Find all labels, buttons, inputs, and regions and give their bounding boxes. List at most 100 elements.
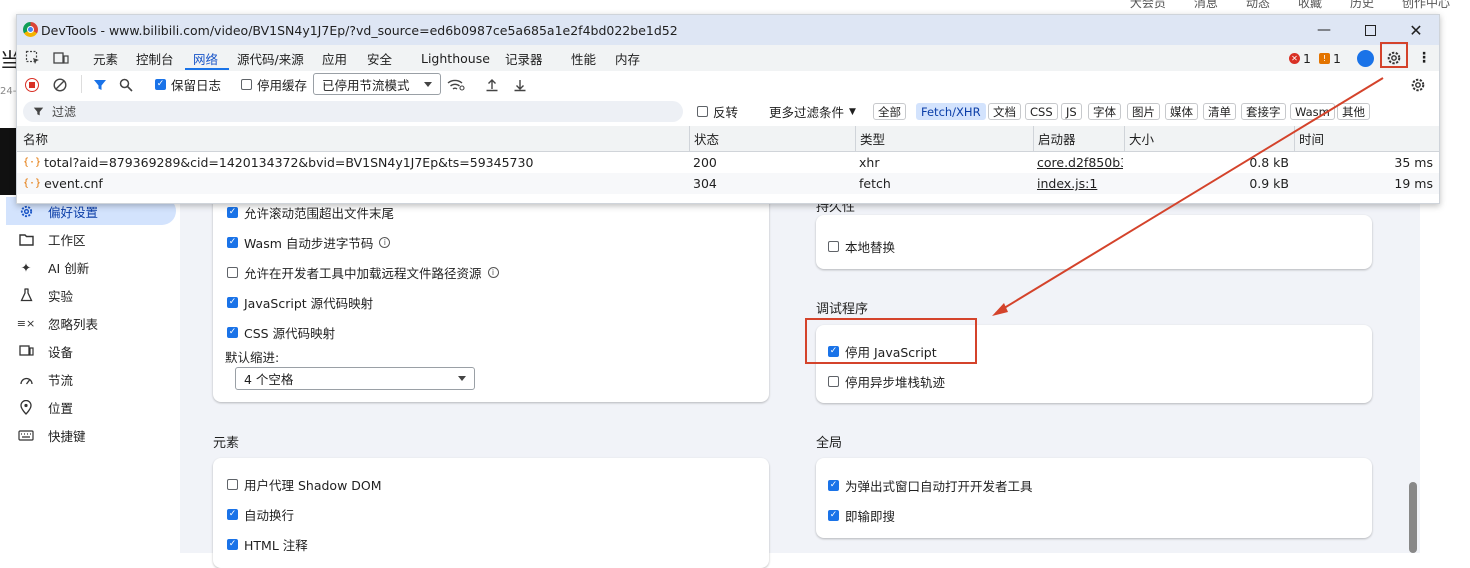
option-local-overrides[interactable]: 本地替换 [828, 237, 895, 256]
filter-chip-other[interactable]: 其他 [1337, 103, 1370, 120]
sidebar-item-shortcuts[interactable]: 快捷键 [18, 422, 86, 448]
checkbox-unchecked[interactable] [241, 79, 252, 90]
sidebar-item-devices[interactable]: 设备 [18, 338, 73, 364]
minimize-button[interactable]: — [1301, 15, 1347, 45]
tab-recorder[interactable]: 记录器 [505, 45, 543, 71]
error-counter[interactable]: ✕ 1 [1289, 45, 1311, 71]
filter-chip-img[interactable]: 图片 [1127, 103, 1160, 120]
column-size[interactable]: 大小 [1124, 126, 1294, 151]
nav-item[interactable]: 动态 [1246, 0, 1270, 11]
request-initiator-link[interactable]: core.d2f850b3. [1037, 152, 1123, 173]
info-icon[interactable]: i [379, 237, 391, 248]
throttling-select[interactable]: 已停用节流模式 [313, 73, 441, 95]
option-html-comments[interactable]: ✓ HTML 注释 [227, 535, 308, 554]
tab-console[interactable]: 控制台 [136, 45, 174, 71]
option-auto-open-devtools-popups[interactable]: ✓ 为弹出式窗口自动打开开发者工具 [828, 476, 1033, 495]
settings-scrollbar[interactable] [1409, 482, 1417, 553]
nav-item[interactable]: 收藏 [1298, 0, 1322, 11]
option-word-wrap[interactable]: ✓ 自动换行 [227, 505, 294, 524]
checkbox-checked[interactable]: ✓ [227, 509, 238, 520]
feedback-icon[interactable] [1357, 45, 1374, 71]
tab-memory[interactable]: 内存 [615, 45, 640, 71]
column-status[interactable]: 状态 [689, 126, 855, 151]
filter-chip-manifest[interactable]: 清单 [1203, 103, 1236, 120]
disable-cache-checkbox[interactable]: 停用缓存 [241, 71, 307, 98]
checkbox-checked[interactable]: ✓ [828, 480, 839, 491]
option-js-source-maps[interactable]: ✓ JavaScript 源代码映射 [227, 293, 373, 312]
column-name[interactable]: 名称 [17, 126, 689, 151]
network-settings-icon[interactable] [1410, 71, 1426, 98]
filter-chip-media[interactable]: 媒体 [1165, 103, 1198, 120]
checkbox-unchecked[interactable] [828, 376, 839, 387]
filter-chip-all[interactable]: 全部 [873, 103, 906, 120]
tab-lighthouse[interactable]: Lighthouse [421, 45, 490, 71]
table-row[interactable]: {·} total?aid=879369289&cid=1420134372&b… [17, 152, 1439, 173]
default-indent-select[interactable]: 4 个空格 [235, 367, 475, 390]
network-conditions-icon[interactable] [447, 71, 465, 98]
preserve-log-checkbox[interactable]: ✓ 保留日志 [155, 71, 221, 98]
filter-chip-wasm[interactable]: Wasm [1290, 103, 1335, 120]
column-time[interactable]: 时间 [1294, 126, 1439, 151]
checkbox-checked[interactable]: ✓ [828, 510, 839, 521]
checkbox-checked[interactable]: ✓ [227, 237, 238, 248]
filter-chip-js[interactable]: JS [1061, 103, 1082, 120]
import-har-icon[interactable] [485, 71, 499, 98]
tab-sources[interactable]: 源代码/来源 [237, 45, 304, 71]
option-css-source-maps[interactable]: ✓ CSS 源代码映射 [227, 323, 335, 342]
sidebar-item-ignore-list[interactable]: ≡× 忽略列表 [17, 310, 98, 336]
invert-checkbox[interactable]: 反转 [697, 98, 738, 125]
option-load-remote-file-paths[interactable]: 允许在开发者工具中加载远程文件路径资源 i [227, 263, 499, 282]
sidebar-item-workspace[interactable]: 工作区 [18, 226, 86, 252]
sidebar-item-ai-innovation[interactable]: ✦ AI 创新 [18, 254, 89, 280]
tab-application[interactable]: 应用 [322, 45, 347, 71]
filter-chip-doc[interactable]: 文档 [988, 103, 1021, 120]
column-type[interactable]: 类型 [855, 126, 1033, 151]
sidebar-item-experiments[interactable]: 实验 [18, 282, 73, 308]
filter-chip-css[interactable]: CSS [1025, 103, 1058, 120]
checkbox-unchecked[interactable] [828, 241, 839, 252]
filter-input[interactable]: 过滤 [23, 101, 683, 122]
checkbox-unchecked[interactable] [697, 106, 708, 117]
more-options-icon[interactable]: ⋮ [1417, 45, 1431, 71]
request-initiator-link[interactable]: index.js:1 [1037, 173, 1123, 194]
option-user-agent-shadow-dom[interactable]: 用户代理 Shadow DOM [227, 475, 382, 494]
table-row[interactable]: {·} event.cnf 304 fetch index.js:1 0.9 k… [17, 173, 1439, 194]
nav-item[interactable]: 创作中心 [1402, 0, 1450, 11]
checkbox-unchecked[interactable] [227, 267, 238, 278]
clear-icon[interactable] [53, 71, 67, 98]
checkbox-checked[interactable]: ✓ [227, 327, 238, 338]
more-filters-dropdown[interactable]: 更多过滤条件 ▼ [769, 98, 856, 125]
checkbox-checked[interactable]: ✓ [227, 297, 238, 308]
info-icon[interactable]: i [487, 267, 499, 278]
record-stop-icon[interactable] [25, 71, 39, 98]
filter-chip-font[interactable]: 字体 [1088, 103, 1121, 120]
close-button[interactable]: ✕ [1393, 15, 1439, 45]
request-status: 304 [693, 176, 717, 191]
checkbox-checked[interactable]: ✓ [227, 207, 238, 218]
checkbox-unchecked[interactable] [227, 479, 238, 490]
option-allow-scroll-past-eof[interactable]: ✓ 允许滚动范围超出文件末尾 [227, 203, 394, 222]
nav-item[interactable]: 历史 [1350, 0, 1374, 11]
option-wasm-auto-step[interactable]: ✓ Wasm 自动步进字节码 i [227, 233, 391, 252]
option-search-as-you-type[interactable]: ✓ 即输即搜 [828, 506, 895, 525]
column-initiator[interactable]: 启动器 [1033, 126, 1124, 151]
filter-funnel-icon[interactable] [93, 71, 107, 98]
sidebar-item-location[interactable]: 位置 [18, 394, 73, 420]
device-toolbar-icon[interactable] [53, 45, 69, 71]
inspect-element-icon[interactable] [25, 45, 41, 71]
tab-performance[interactable]: 性能 [571, 45, 596, 71]
option-disable-async-stack-traces[interactable]: 停用异步堆栈轨迹 [828, 372, 945, 391]
checkbox-checked[interactable]: ✓ [155, 79, 166, 90]
nav-item[interactable]: 消息 [1194, 0, 1218, 11]
warning-counter[interactable]: ! 1 [1319, 45, 1341, 71]
checkbox-checked[interactable]: ✓ [227, 539, 238, 550]
search-icon[interactable] [119, 71, 133, 98]
export-har-icon[interactable] [513, 71, 527, 98]
filter-chip-fetch-xhr[interactable]: Fetch/XHR [916, 103, 986, 120]
filter-chip-ws[interactable]: 套接字 [1241, 103, 1286, 120]
maximize-button[interactable] [1347, 15, 1393, 45]
tab-security[interactable]: 安全 [367, 45, 392, 71]
tab-elements[interactable]: 元素 [93, 45, 118, 71]
nav-item[interactable]: 大会员 [1130, 0, 1166, 11]
sidebar-item-throttling[interactable]: 节流 [18, 366, 73, 392]
